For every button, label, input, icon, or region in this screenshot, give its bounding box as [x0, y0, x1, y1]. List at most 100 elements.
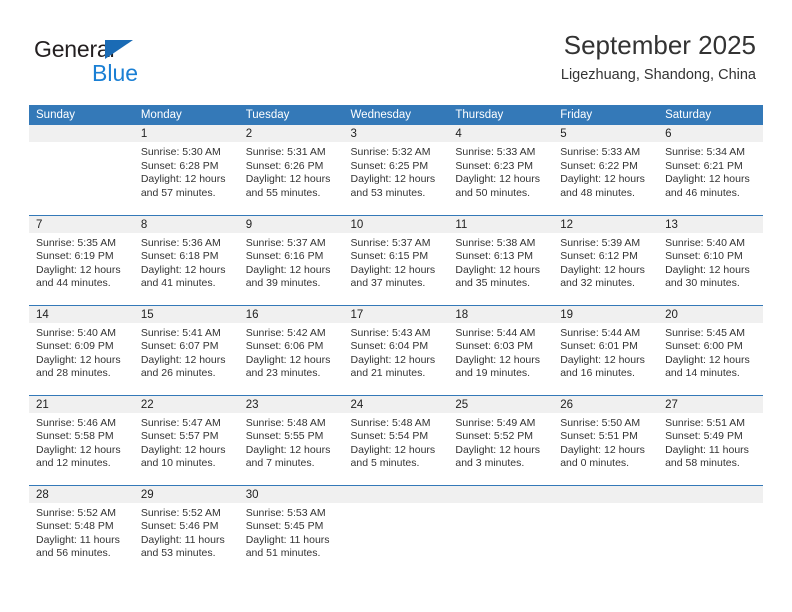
- calendar-day-cell[interactable]: 2 Sunrise: 5:31 AM Sunset: 6:26 PM Daylight…: [238, 125, 344, 215]
- day-details: Sunrise: 5:37 AM Sunset: 6:16 PM Daylight:…: [239, 233, 344, 291]
- daylight-text-line2: and 19 minutes.: [455, 367, 531, 380]
- day-number: 23: [238, 395, 344, 413]
- calendar-day-cell[interactable]: 25 Sunrise: 5:49 AM Sunset: 5:52 PM Dayligh…: [448, 394, 554, 485]
- daylight-text-line1: Daylight: 12 hours: [665, 353, 750, 366]
- day-details: Sunrise: 5:44 AM Sunset: 6:01 PM Daylight:…: [553, 323, 658, 381]
- daylight-text-line2: and 50 minutes.: [455, 186, 531, 199]
- calendar-day-cell[interactable]: 7 Sunrise: 5:35 AM Sunset: 6:19 PM Daylight…: [29, 214, 134, 305]
- weekday-header-thursday: Thursday: [448, 105, 554, 125]
- sunset-text: Sunset: 6:13 PM: [455, 250, 534, 263]
- day-details: Sunrise: 5:42 AM Sunset: 6:06 PM Daylight:…: [239, 323, 344, 381]
- daylight-text-line1: Daylight: 11 hours: [140, 533, 225, 546]
- daylight-text-line1: Daylight: 12 hours: [36, 353, 121, 366]
- daylight-text-line2: and 3 minutes.: [455, 457, 525, 470]
- daylight-text-line1: Daylight: 12 hours: [560, 263, 645, 276]
- daylight-text-line1: Daylight: 12 hours: [36, 263, 121, 276]
- sunrise-text: Sunrise: 5:31 AM: [245, 146, 326, 158]
- sunset-text: Sunset: 6:21 PM: [665, 159, 743, 172]
- calendar-day-cell[interactable]: 27 Sunrise: 5:51 AM Sunset: 5:49 PM Dayligh…: [658, 394, 763, 485]
- day-details: Sunrise: 5:37 AM Sunset: 6:15 PM Daylight:…: [344, 233, 449, 291]
- day-number: 25: [448, 395, 554, 413]
- daylight-text-line2: and 10 minutes.: [140, 457, 216, 470]
- calendar-day-cell[interactable]: 22 Sunrise: 5:47 AM Sunset: 5:57 PM Dayligh…: [133, 394, 239, 485]
- sunrise-text: Sunrise: 5:36 AM: [140, 236, 221, 249]
- daylight-text-line1: Daylight: 12 hours: [140, 173, 226, 186]
- calendar-cell-empty: [658, 484, 763, 575]
- daylight-text-line1: Daylight: 12 hours: [140, 443, 226, 456]
- day-number: [553, 485, 659, 503]
- day-number: 8: [133, 215, 239, 233]
- calendar-cell-empty: [29, 125, 134, 215]
- daylight-text-line1: Daylight: 12 hours: [140, 263, 226, 276]
- sunrise-text: Sunrise: 5:39 AM: [560, 236, 641, 249]
- weekday-header-sunday: Sunday: [29, 105, 134, 125]
- daylight-text-line2: and 23 minutes.: [245, 367, 321, 380]
- calendar-day-cell[interactable]: 8 Sunrise: 5:36 AM Sunset: 6:18 PM Daylight…: [133, 214, 239, 305]
- calendar-day-cell[interactable]: 18 Sunrise: 5:44 AM Sunset: 6:03 PM Dayligh…: [448, 304, 554, 395]
- calendar-day-cell[interactable]: 29 Sunrise: 5:52 AM Sunset: 5:46 PM Dayligh…: [133, 484, 239, 575]
- daylight-text-line2: and 26 minutes.: [140, 367, 216, 380]
- calendar-cell-empty: [553, 484, 659, 575]
- calendar-day-cell[interactable]: 13 Sunrise: 5:40 AM Sunset: 6:10 PM Dayligh…: [658, 214, 763, 305]
- sunrise-text: Sunrise: 5:38 AM: [455, 236, 536, 249]
- calendar-day-cell[interactable]: 1 Sunrise: 5:30 AM Sunset: 6:28 PM Daylight…: [133, 125, 239, 215]
- daylight-text-line2: and 0 minutes.: [560, 457, 630, 470]
- daylight-text-line2: and 39 minutes.: [245, 277, 321, 290]
- location-subtitle: Ligezhuang, Shandong, China: [560, 67, 756, 83]
- calendar-day-cell[interactable]: 15 Sunrise: 5:41 AM Sunset: 6:07 PM Dayligh…: [133, 304, 239, 395]
- sunrise-text: Sunrise: 5:33 AM: [455, 146, 536, 158]
- sunrise-text: Sunrise: 5:47 AM: [140, 416, 221, 429]
- calendar-day-cell[interactable]: 28 Sunrise: 5:52 AM Sunset: 5:48 PM Dayligh…: [29, 484, 134, 575]
- calendar-day-cell[interactable]: 12 Sunrise: 5:39 AM Sunset: 6:12 PM Dayligh…: [553, 214, 659, 305]
- day-details: Sunrise: 5:50 AM Sunset: 5:51 PM Daylight:…: [553, 413, 658, 471]
- calendar-day-cell[interactable]: 11 Sunrise: 5:38 AM Sunset: 6:13 PM Dayligh…: [448, 214, 554, 305]
- calendar-day-cell[interactable]: 5 Sunrise: 5:33 AM Sunset: 6:22 PM Daylight…: [553, 125, 659, 215]
- calendar-day-cell[interactable]: 3 Sunrise: 5:32 AM Sunset: 6:25 PM Daylight…: [343, 125, 449, 215]
- sunrise-text: Sunrise: 5:37 AM: [245, 236, 326, 249]
- calendar-day-cell[interactable]: 9 Sunrise: 5:37 AM Sunset: 6:16 PM Daylight…: [238, 214, 344, 305]
- day-details: Sunrise: 5:48 AM Sunset: 5:55 PM Daylight:…: [239, 413, 344, 471]
- day-number: 13: [658, 215, 763, 233]
- daylight-text-line2: and 21 minutes.: [350, 367, 426, 380]
- sunset-text: Sunset: 6:28 PM: [140, 159, 219, 172]
- sunrise-text: Sunrise: 5:51 AM: [665, 416, 746, 429]
- calendar-day-cell[interactable]: 17 Sunrise: 5:43 AM Sunset: 6:04 PM Dayligh…: [343, 304, 449, 395]
- calendar-day-cell[interactable]: 26 Sunrise: 5:50 AM Sunset: 5:51 PM Dayligh…: [553, 394, 659, 485]
- sunrise-text: Sunrise: 5:53 AM: [245, 506, 326, 519]
- calendar-day-cell[interactable]: 23 Sunrise: 5:48 AM Sunset: 5:55 PM Dayligh…: [238, 394, 344, 485]
- calendar-day-cell[interactable]: 21 Sunrise: 5:46 AM Sunset: 5:58 PM Dayligh…: [29, 394, 134, 485]
- calendar-day-cell[interactable]: 20 Sunrise: 5:45 AM Sunset: 6:00 PM Dayligh…: [658, 304, 763, 395]
- sunset-text: Sunset: 6:06 PM: [245, 340, 324, 353]
- day-number: 19: [553, 305, 659, 323]
- sunrise-text: Sunrise: 5:45 AM: [665, 326, 746, 339]
- calendar-day-cell[interactable]: 16 Sunrise: 5:42 AM Sunset: 6:06 PM Dayligh…: [238, 304, 344, 395]
- calendar-day-cell[interactable]: 30 Sunrise: 5:53 AM Sunset: 5:45 PM Dayligh…: [238, 484, 344, 575]
- sunset-text: Sunset: 6:12 PM: [560, 250, 638, 263]
- calendar-day-cell[interactable]: 6 Sunrise: 5:34 AM Sunset: 6:21 PM Daylight…: [658, 125, 763, 215]
- calendar-day-cell[interactable]: 10 Sunrise: 5:37 AM Sunset: 6:15 PM Dayligh…: [343, 214, 449, 305]
- daylight-text-line2: and 12 minutes.: [36, 457, 111, 470]
- day-number: 20: [658, 305, 763, 323]
- day-details: Sunrise: 5:48 AM Sunset: 5:54 PM Daylight:…: [344, 413, 449, 471]
- day-details: Sunrise: 5:47 AM Sunset: 5:57 PM Daylight:…: [134, 413, 239, 471]
- calendar-day-cell[interactable]: 19 Sunrise: 5:44 AM Sunset: 6:01 PM Dayligh…: [553, 304, 659, 395]
- daylight-text-line1: Daylight: 12 hours: [350, 353, 436, 366]
- sunset-text: Sunset: 5:58 PM: [36, 430, 114, 443]
- daylight-text-line1: Daylight: 12 hours: [560, 353, 645, 366]
- day-details: Sunrise: 5:46 AM Sunset: 5:58 PM Daylight:…: [29, 413, 134, 471]
- daylight-text-line1: Daylight: 12 hours: [560, 443, 645, 456]
- page-title: September 2025: [563, 30, 756, 60]
- day-details: Sunrise: 5:36 AM Sunset: 6:18 PM Daylight:…: [134, 233, 239, 291]
- sunrise-text: Sunrise: 5:48 AM: [350, 416, 431, 429]
- calendar-day-cell[interactable]: 4 Sunrise: 5:33 AM Sunset: 6:23 PM Daylight…: [448, 125, 554, 215]
- day-number: 6: [658, 125, 763, 142]
- page-header: General Blue September 2025 Ligezhuang, …: [0, 28, 792, 100]
- sunset-text: Sunset: 6:03 PM: [455, 340, 534, 353]
- calendar-day-cell[interactable]: 14 Sunrise: 5:40 AM Sunset: 6:09 PM Dayligh…: [29, 304, 134, 395]
- day-details: Sunrise: 5:34 AM Sunset: 6:21 PM Daylight:…: [658, 142, 763, 200]
- day-details: Sunrise: 5:51 AM Sunset: 5:49 PM Daylight:…: [658, 413, 763, 471]
- daylight-text-line2: and 46 minutes.: [665, 186, 740, 199]
- day-number: [29, 125, 134, 142]
- calendar-day-cell[interactable]: 24 Sunrise: 5:48 AM Sunset: 5:54 PM Dayligh…: [343, 394, 449, 485]
- daylight-text-line2: and 51 minutes.: [245, 547, 321, 560]
